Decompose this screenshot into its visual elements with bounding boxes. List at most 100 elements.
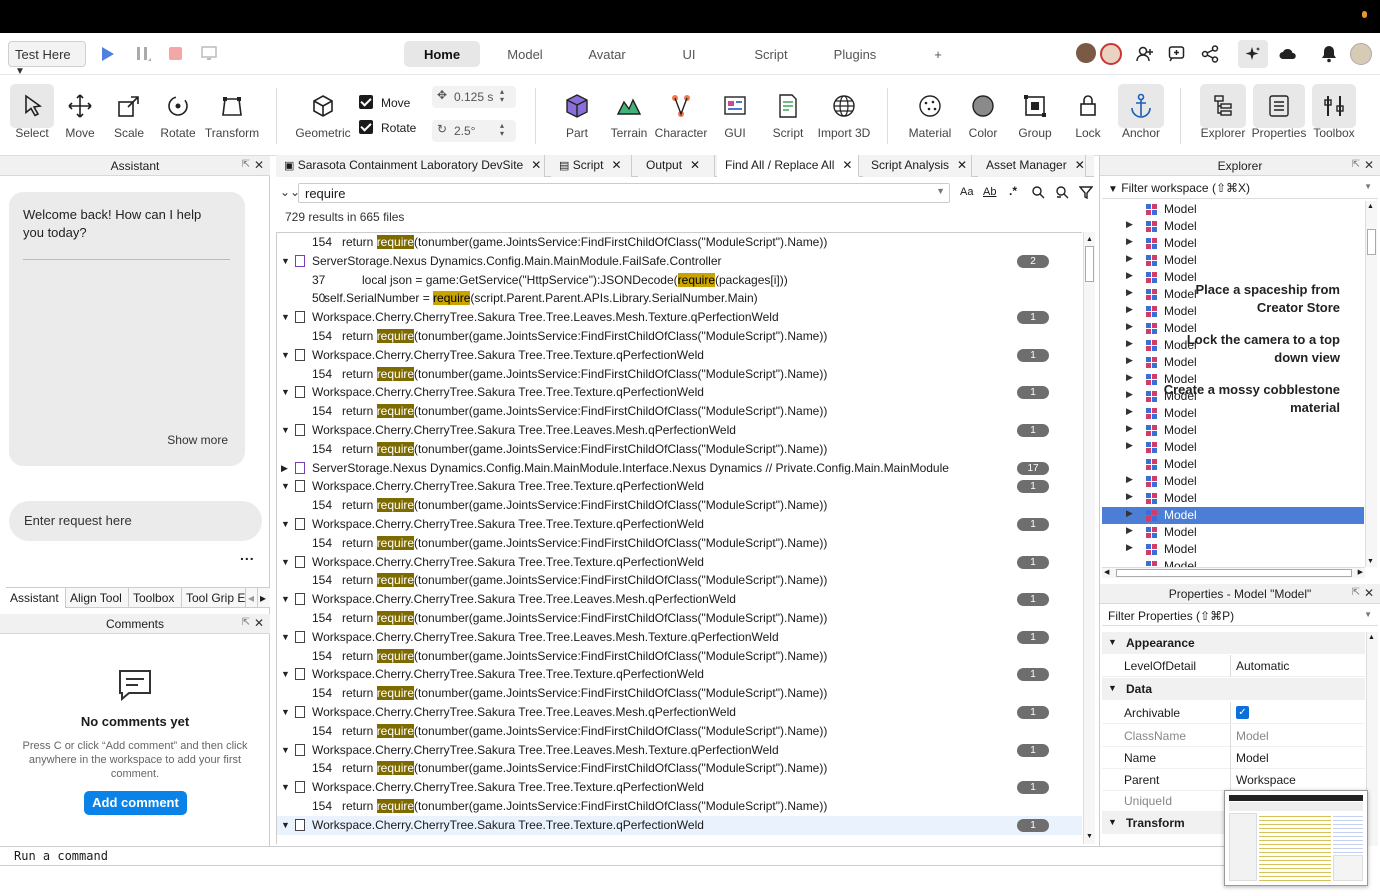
result-line-row[interactable]: 154 return require(tonumber(game.JointsSe…	[277, 759, 1082, 778]
close-icon[interactable]: ✕	[531, 158, 541, 172]
toolbox-window-toggle[interactable]: Toolbox	[1310, 84, 1358, 150]
tab-find-all[interactable]: Find All / Replace All ✕	[717, 155, 859, 177]
result-line-row[interactable]: 50 self.SerialNumber = require(script.Par…	[277, 289, 1082, 308]
result-line-row[interactable]: 154 return require(tonumber(game.JointsSe…	[277, 402, 1082, 421]
result-line-row[interactable]: 154 return require(tonumber(game.JointsSe…	[277, 233, 1082, 252]
close-icon[interactable]: ✕	[1364, 158, 1374, 172]
scroll-down-icon[interactable]: ▼	[1086, 833, 1093, 840]
result-line-row[interactable]: 154 return require(tonumber(game.JointsSe…	[277, 496, 1082, 515]
expand-right-icon[interactable]: ▶	[1126, 253, 1133, 264]
command-bar-input[interactable]: Run a command	[0, 846, 1225, 866]
share-icon[interactable]	[1201, 45, 1219, 63]
result-line-row[interactable]: 154 return require(tonumber(game.JointsSe…	[277, 440, 1082, 459]
feedback-icon[interactable]	[1168, 45, 1186, 63]
explorer-item-model[interactable]: ▶ Model	[1102, 286, 1364, 303]
explorer-item-model[interactable]: ▶ Model	[1102, 405, 1364, 422]
expand-down-icon[interactable]: ▼	[281, 590, 290, 608]
close-icon[interactable]: ✕	[254, 158, 264, 172]
expand-right-icon[interactable]: ▶	[1126, 321, 1133, 332]
expand-right-icon[interactable]: ▶	[1126, 542, 1133, 553]
tab-assistant[interactable]: Assistant	[6, 588, 66, 608]
pause-icon[interactable]	[136, 46, 152, 64]
add-user-icon[interactable]	[1136, 45, 1154, 63]
anchor-tool[interactable]: Anchor	[1116, 84, 1166, 150]
close-icon[interactable]: ✕	[957, 158, 967, 172]
profile-avatar[interactable]	[1350, 43, 1372, 65]
expand-right-icon[interactable]: ▶	[1126, 372, 1133, 383]
close-icon[interactable]: ✕	[842, 158, 852, 172]
expand-down-icon[interactable]: ▼	[281, 346, 290, 364]
tab-script[interactable]: Script	[732, 41, 810, 67]
test-mode-dropdown[interactable]: Test Here ▼	[8, 41, 86, 77]
result-line-row[interactable]: 154 return require(tonumber(game.JointsSe…	[277, 647, 1082, 666]
name-row[interactable]: Name Model	[1102, 747, 1365, 769]
expand-down-icon[interactable]: ▼	[281, 816, 290, 834]
expand-right-icon[interactable]: ▶	[1126, 440, 1133, 451]
expand-right-icon[interactable]: ▶	[281, 459, 288, 477]
result-line-row[interactable]: 154 return require(tonumber(game.JointsSe…	[277, 684, 1082, 703]
group-tool[interactable]: Group	[1010, 84, 1060, 150]
scroll-thumb[interactable]	[1085, 246, 1094, 282]
tab-place[interactable]: ▣ Sarasota Containment Laboratory DevSit…	[276, 155, 545, 177]
result-line-row[interactable]: 154 return require(tonumber(game.JointsSe…	[277, 797, 1082, 816]
result-file-row[interactable]: ▼ Workspace.Cherry.CherryTree.Sakura Tree…	[277, 308, 1082, 327]
result-file-row[interactable]: ▼ Workspace.Cherry.CherryTree.Sakura Tree…	[277, 628, 1082, 647]
explorer-item-model[interactable]: ▶ Model	[1102, 371, 1364, 388]
result-file-row[interactable]: ▼ Workspace.Cherry.CherryTree.Sakura Tree…	[277, 703, 1082, 722]
result-file-row[interactable]: ▼ Workspace.Cherry.CherryTree.Sakura Tree…	[277, 515, 1082, 534]
show-more-link[interactable]: Show more	[150, 433, 228, 447]
expand-right-icon[interactable]: ▶	[1126, 474, 1133, 485]
prop-value[interactable]: Model	[1236, 751, 1269, 765]
expand-down-icon[interactable]: ▼	[281, 383, 290, 401]
device-icon[interactable]	[201, 45, 217, 61]
explorer-hscrollbar[interactable]: ◀ ▶	[1102, 567, 1365, 578]
explorer-item-model[interactable]: ▶ Model	[1102, 252, 1364, 269]
expand-right-icon[interactable]: ▶	[1126, 270, 1133, 281]
color-tool[interactable]: Color	[958, 84, 1008, 150]
move-increment-field[interactable]: 0.125 s ✥ ▴ ▾	[432, 86, 516, 108]
stop-icon[interactable]	[169, 47, 182, 60]
close-icon[interactable]: ✕	[611, 158, 621, 172]
expand-right-icon[interactable]: ▶	[1126, 491, 1133, 502]
expand-down-icon[interactable]: ▼	[281, 553, 290, 571]
expand-right-icon[interactable]: ▶	[1126, 389, 1133, 400]
regex-toggle[interactable]: .*	[1009, 184, 1017, 198]
match-case-toggle[interactable]: Aa	[960, 186, 973, 198]
expand-right-icon[interactable]: ▶	[1126, 525, 1133, 536]
tab-model[interactable]: Model	[486, 41, 564, 67]
tab-script-doc[interactable]: ▤ Script ✕	[551, 155, 632, 177]
find-in-selection-icon[interactable]	[1031, 185, 1045, 199]
pin-icon[interactable]: ⇱	[242, 159, 250, 170]
window-thumbnail-preview[interactable]	[1224, 790, 1368, 886]
explorer-item-model[interactable]: ▶ Model	[1102, 422, 1364, 439]
result-file-row[interactable]: ▼ Workspace.Cherry.CherryTree.Sakura Tree…	[277, 778, 1082, 797]
expand-right-icon[interactable]: ▶	[1126, 236, 1133, 247]
tab-avatar[interactable]: Avatar	[568, 41, 646, 67]
play-icon[interactable]	[101, 46, 115, 62]
scroll-thumb[interactable]	[1367, 229, 1376, 255]
result-line-row[interactable]: 37 local json = game:GetService("HttpSer…	[277, 271, 1082, 290]
tab-tool-grip[interactable]: Tool Grip E	[182, 588, 246, 608]
tab-align-tool[interactable]: Align Tool	[66, 588, 129, 608]
parent-row[interactable]: Parent Workspace	[1102, 769, 1365, 791]
expand-right-icon[interactable]: ▶	[1126, 219, 1133, 230]
archivable-checkbox[interactable]: ✓	[1236, 706, 1249, 719]
result-line-row[interactable]: 154 return require(tonumber(game.JointsSe…	[277, 609, 1082, 628]
explorer-window-toggle[interactable]: Explorer	[1198, 84, 1248, 150]
find-search-input[interactable]: require ▼	[298, 183, 950, 203]
expand-right-icon[interactable]: ▶	[1126, 338, 1133, 349]
archivable-row[interactable]: Archivable ✓	[1102, 702, 1365, 724]
close-icon[interactable]: ✕	[1364, 586, 1374, 600]
explorer-item-model[interactable]: ▶ Model	[1102, 354, 1364, 371]
explorer-item-model[interactable]: ▶ Model	[1102, 320, 1364, 337]
terrain-tool[interactable]: Terrain	[605, 84, 653, 150]
assistant-request-input[interactable]: Enter request here	[9, 501, 262, 541]
gui-tool[interactable]: GUI	[711, 84, 759, 150]
expand-right-icon[interactable]: ▶	[1126, 423, 1133, 434]
tab-toolbox[interactable]: Toolbox	[129, 588, 182, 608]
explorer-item-model[interactable]: Model	[1102, 201, 1364, 218]
expand-right-icon[interactable]: ▶	[1126, 508, 1133, 519]
result-file-row[interactable]: ▼ Workspace.Cherry.CherryTree.Sakura Tree…	[277, 383, 1082, 402]
lock-tool[interactable]: Lock	[1063, 84, 1113, 150]
explorer-item-model[interactable]: ▶ Model	[1102, 235, 1364, 252]
